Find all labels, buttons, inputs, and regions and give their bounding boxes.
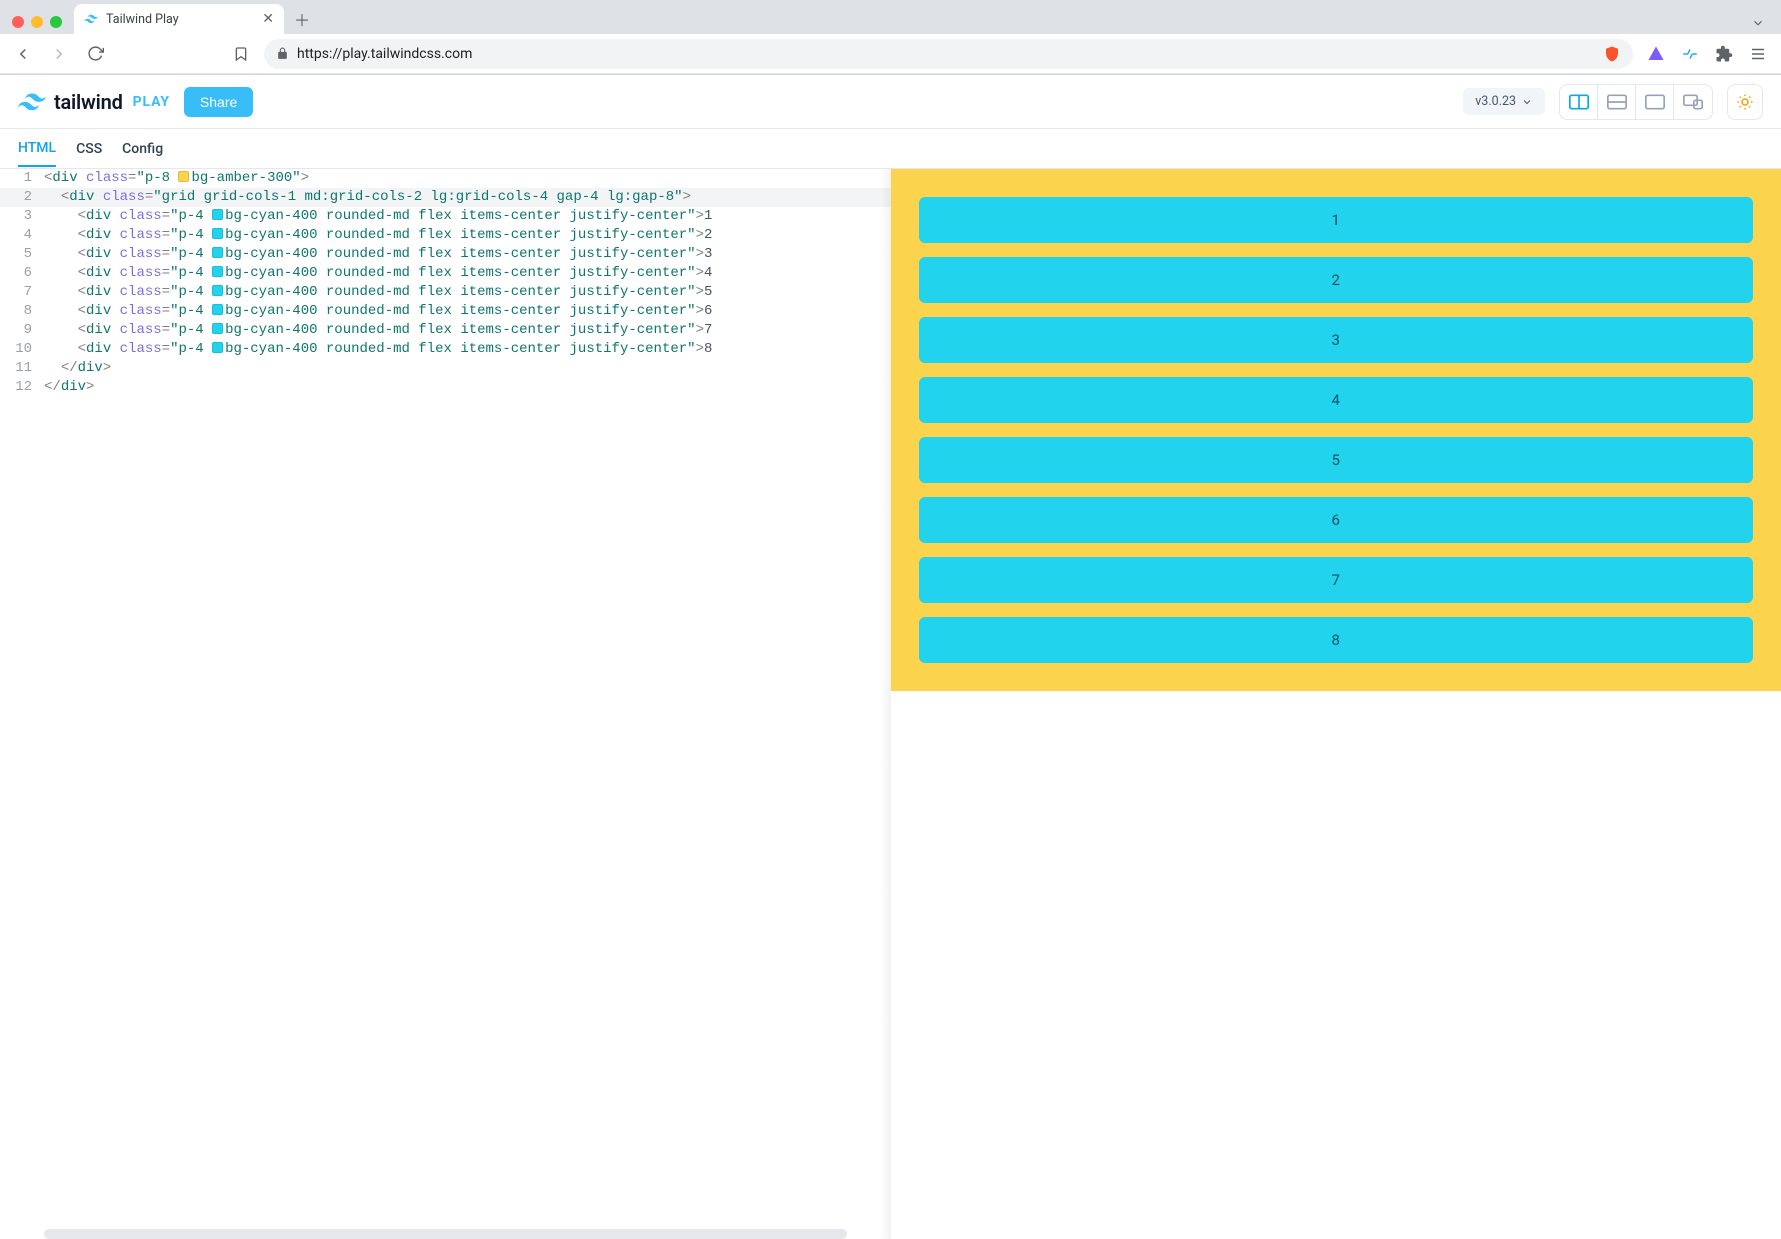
preview-item: 5 — [919, 437, 1754, 483]
code-editor[interactable]: 1<div class="p-8 bg-amber-300">2 <div cl… — [0, 169, 891, 1229]
browser-tab[interactable]: Tailwind Play ✕ — [74, 4, 284, 34]
browser-menu-button[interactable] — [1745, 41, 1771, 67]
editor-pane: 1<div class="p-8 bg-amber-300">2 <div cl… — [0, 169, 891, 1239]
preview-container: 1 2 3 4 5 6 7 8 — [891, 169, 1781, 691]
sun-icon — [1736, 93, 1754, 111]
code-line[interactable]: 7 <div class="p-4 bg-cyan-400 rounded-md… — [0, 283, 891, 302]
preview-item: 6 — [919, 497, 1754, 543]
vertical-scrollbar[interactable] — [881, 169, 891, 1239]
split-pane: 1<div class="p-8 bg-amber-300">2 <div cl… — [0, 169, 1781, 1239]
extension-icon[interactable] — [1677, 41, 1703, 67]
line-number: 1 — [0, 169, 44, 188]
bookmark-button[interactable] — [228, 41, 254, 67]
tabs-menu-button[interactable] — [1743, 16, 1773, 34]
code-line[interactable]: 12</div> — [0, 378, 891, 397]
tab-css[interactable]: CSS — [76, 132, 102, 166]
app-header: tailwind PLAY Share v3.0.23 — [0, 75, 1781, 129]
browser-toolbar: https://play.tailwindcss.com — [0, 34, 1781, 74]
window-zoom-button[interactable] — [50, 16, 62, 28]
editor-tabs: HTML CSS Config — [0, 129, 1781, 169]
code-line[interactable]: 4 <div class="p-4 bg-cyan-400 rounded-md… — [0, 226, 891, 245]
app-brand-suffix: PLAY — [133, 94, 170, 110]
app-brand: tailwind — [54, 90, 123, 114]
line-number: 2 — [0, 188, 44, 207]
code-line[interactable]: 1<div class="p-8 bg-amber-300"> — [0, 169, 891, 188]
browser-tab-title: Tailwind Play — [106, 12, 179, 27]
address-url: https://play.tailwindcss.com — [297, 46, 472, 62]
line-number: 9 — [0, 321, 44, 340]
browser-chrome: Tailwind Play ✕ ＋ https://play.tailwindc… — [0, 0, 1781, 75]
preview-item: 3 — [919, 317, 1754, 363]
line-number: 6 — [0, 264, 44, 283]
tab-html[interactable]: HTML — [18, 131, 56, 167]
share-button[interactable]: Share — [184, 87, 253, 117]
preview-item: 4 — [919, 377, 1754, 423]
window-close-button[interactable] — [12, 16, 24, 28]
line-number: 11 — [0, 359, 44, 378]
code-line[interactable]: 6 <div class="p-4 bg-cyan-400 rounded-md… — [0, 264, 891, 283]
layout-responsive-button[interactable] — [1674, 85, 1712, 119]
code-line[interactable]: 3 <div class="p-4 bg-cyan-400 rounded-md… — [0, 207, 891, 226]
line-number: 12 — [0, 378, 44, 397]
version-label: v3.0.23 — [1475, 94, 1516, 109]
code-line[interactable]: 2 <div class="grid grid-cols-1 md:grid-c… — [0, 188, 891, 207]
tailwind-logo-icon — [18, 88, 46, 116]
nav-back-button[interactable] — [10, 41, 36, 67]
preview-item: 1 — [919, 197, 1754, 243]
layout-columns-button[interactable] — [1560, 85, 1598, 119]
code-line[interactable]: 8 <div class="p-4 bg-cyan-400 rounded-md… — [0, 302, 891, 321]
line-number: 10 — [0, 340, 44, 359]
code-line[interactable]: 11 </div> — [0, 359, 891, 378]
version-select[interactable]: v3.0.23 — [1463, 88, 1545, 115]
layout-switcher — [1559, 84, 1713, 120]
preview-item: 7 — [919, 557, 1754, 603]
preview-grid: 1 2 3 4 5 6 7 8 — [919, 197, 1754, 663]
app-logo[interactable]: tailwind PLAY — [18, 88, 170, 116]
line-number: 4 — [0, 226, 44, 245]
line-number: 5 — [0, 245, 44, 264]
preview-item: 8 — [919, 617, 1754, 663]
preview-pane: 1 2 3 4 5 6 7 8 — [891, 169, 1781, 1239]
code-line[interactable]: 9 <div class="p-4 bg-cyan-400 rounded-md… — [0, 321, 891, 340]
window-minimize-button[interactable] — [31, 16, 43, 28]
tab-strip: Tailwind Play ✕ ＋ — [0, 0, 1781, 34]
nav-forward-button[interactable] — [46, 41, 72, 67]
chevron-down-icon — [1521, 96, 1533, 108]
line-number: 8 — [0, 302, 44, 321]
theme-toggle-button[interactable] — [1727, 84, 1763, 120]
extension-icons — [1643, 41, 1771, 67]
line-number: 3 — [0, 207, 44, 226]
layout-rows-button[interactable] — [1598, 85, 1636, 119]
brave-shields-icon[interactable] — [1603, 45, 1621, 63]
tab-config[interactable]: Config — [122, 132, 163, 166]
extension-icon[interactable] — [1643, 41, 1669, 67]
close-tab-icon[interactable]: ✕ — [262, 11, 274, 27]
layout-preview-button[interactable] — [1636, 85, 1674, 119]
address-bar[interactable]: https://play.tailwindcss.com — [264, 39, 1633, 69]
new-tab-button[interactable]: ＋ — [290, 7, 314, 31]
tailwind-favicon-icon — [84, 12, 98, 26]
code-line[interactable]: 10 <div class="p-4 bg-cyan-400 rounded-m… — [0, 340, 891, 359]
code-line[interactable]: 5 <div class="p-4 bg-cyan-400 rounded-md… — [0, 245, 891, 264]
window-controls — [8, 16, 68, 34]
preview-item: 2 — [919, 257, 1754, 303]
nav-reload-button[interactable] — [82, 41, 108, 67]
line-number: 7 — [0, 283, 44, 302]
extensions-button[interactable] — [1711, 41, 1737, 67]
lock-icon — [276, 47, 289, 60]
